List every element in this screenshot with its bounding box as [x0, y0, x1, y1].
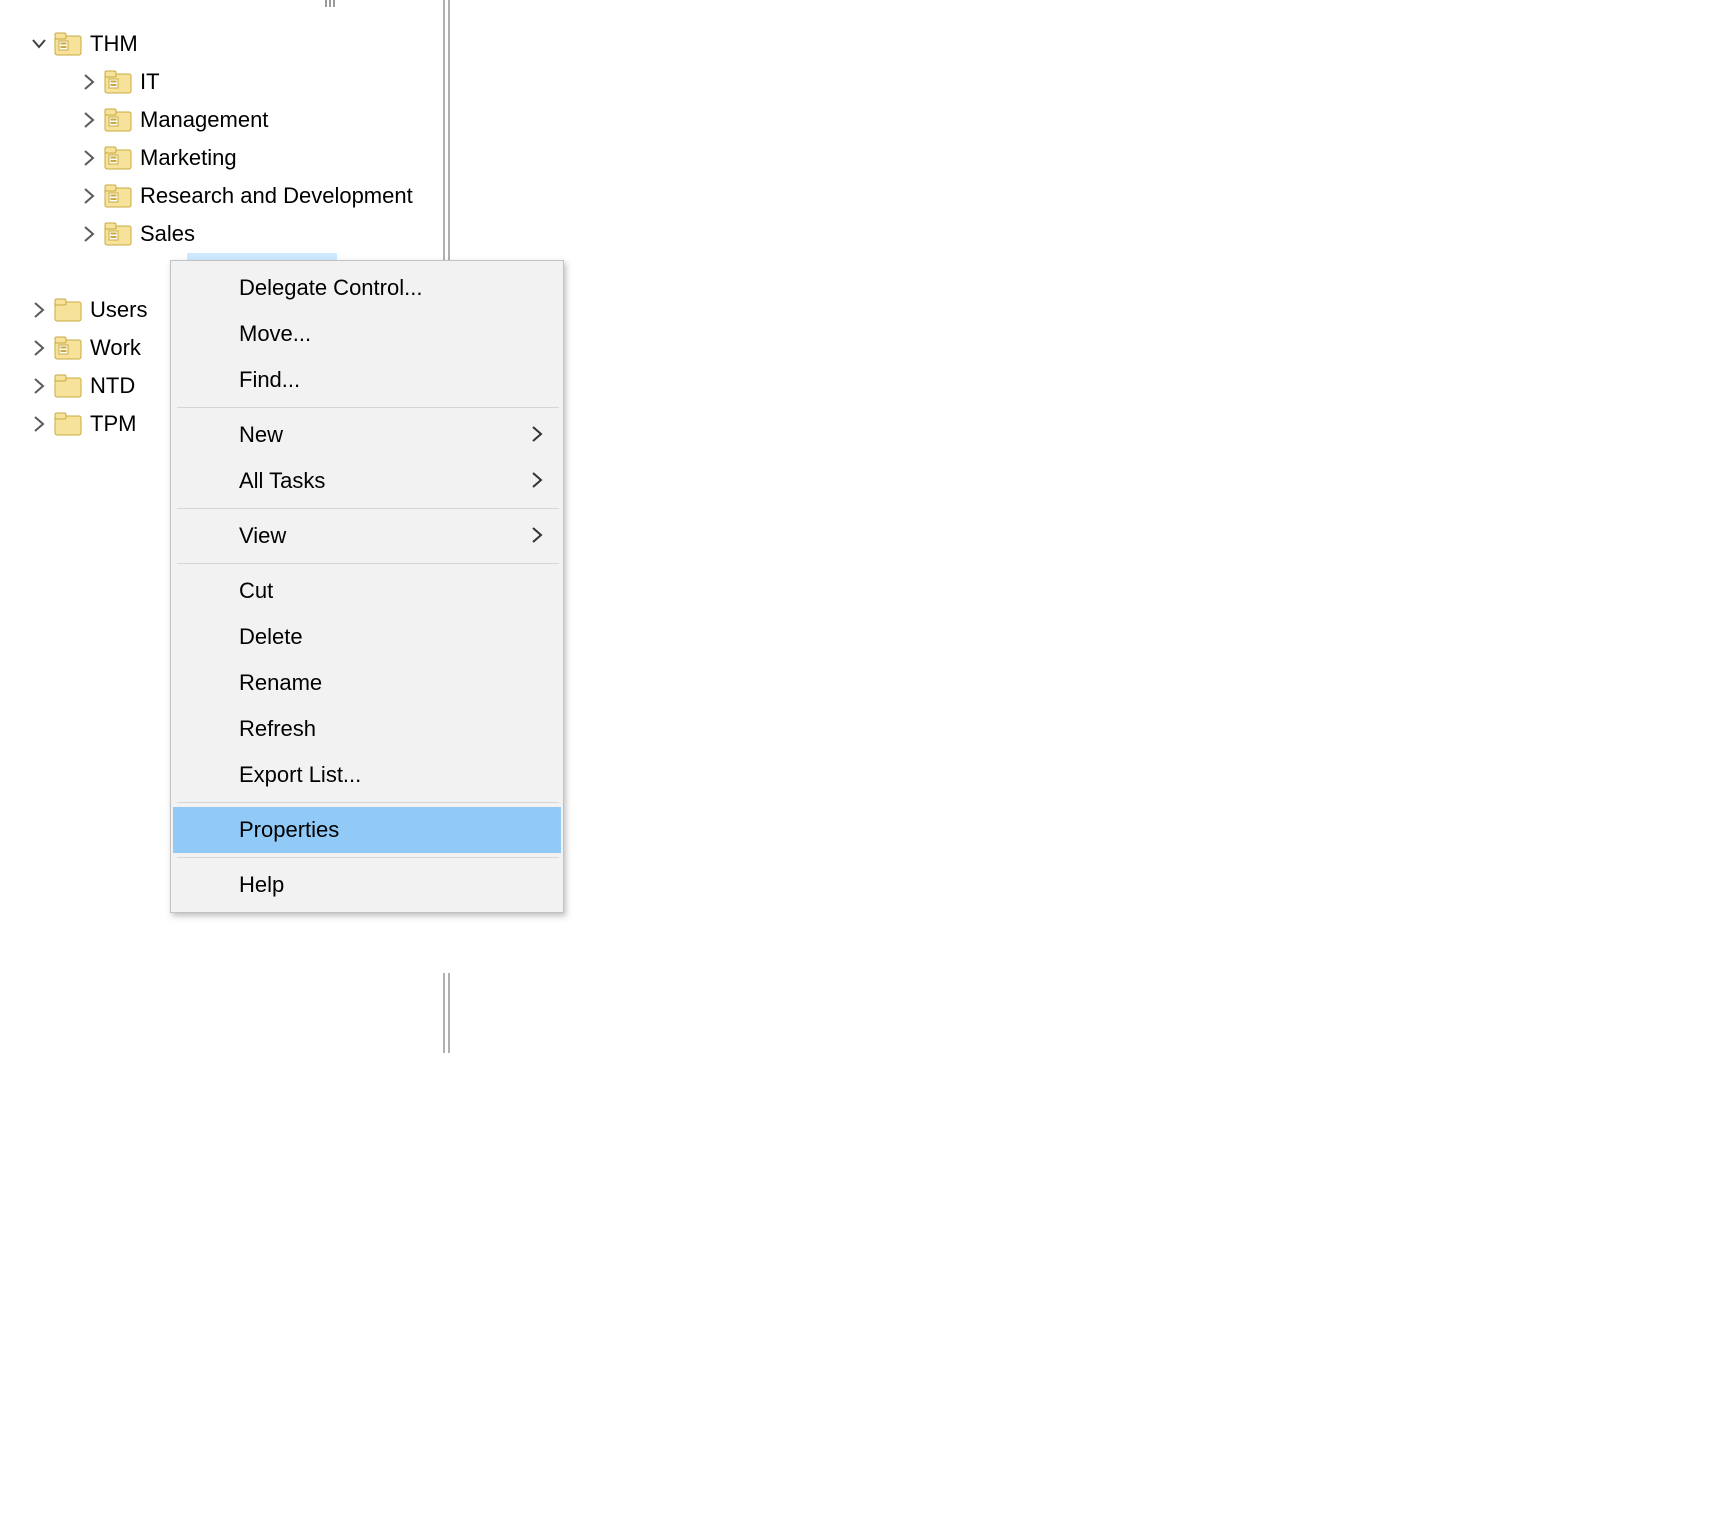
tree-item-thm[interactable]: THM	[0, 25, 413, 63]
chevron-right-icon[interactable]	[30, 377, 48, 395]
ou-folder-icon	[54, 31, 82, 57]
menu-item-label: Help	[239, 872, 284, 898]
tree-item-label: Marketing	[140, 139, 237, 177]
menu-item-label: Rename	[239, 670, 322, 696]
menu-item-cut[interactable]: Cut	[173, 568, 561, 614]
menu-item-label: Find...	[239, 367, 300, 393]
pane-splitter[interactable]	[443, 973, 453, 1053]
tree-item-it[interactable]: IT	[0, 63, 413, 101]
menu-item-move[interactable]: Move...	[173, 311, 561, 357]
pane-splitter[interactable]	[443, 0, 453, 260]
tree-item-label: Research and Development	[140, 177, 413, 215]
menu-separator	[177, 508, 559, 509]
context-menu: Delegate Control... Move... Find... New …	[170, 260, 564, 913]
menu-item-export-list[interactable]: Export List...	[173, 752, 561, 798]
folder-icon	[54, 411, 82, 437]
chevron-right-icon[interactable]	[30, 415, 48, 433]
chevron-down-icon[interactable]	[30, 35, 48, 53]
ou-folder-icon	[54, 335, 82, 361]
ou-folder-icon	[104, 107, 132, 133]
tree-item-label: Sales	[140, 215, 195, 253]
menu-item-label: Properties	[239, 817, 339, 843]
ou-folder-icon	[104, 145, 132, 171]
chevron-right-icon[interactable]	[80, 225, 98, 243]
ou-folder-icon	[104, 69, 132, 95]
folder-icon	[54, 373, 82, 399]
chevron-right-icon[interactable]	[80, 73, 98, 91]
menu-item-help[interactable]: Help	[173, 862, 561, 908]
menu-item-find[interactable]: Find...	[173, 357, 561, 403]
menu-item-delegate-control[interactable]: Delegate Control...	[173, 265, 561, 311]
tree-item-label: Work	[90, 329, 141, 367]
menu-item-label: Delegate Control...	[239, 275, 422, 301]
menu-item-label: Move...	[239, 321, 311, 347]
tree-item-label: TPM	[90, 405, 136, 443]
menu-item-properties[interactable]: Properties	[173, 807, 561, 853]
menu-item-all-tasks[interactable]: All Tasks	[173, 458, 561, 504]
tree-item-research-and-development[interactable]: Research and Development	[0, 177, 413, 215]
menu-item-label: New	[239, 422, 283, 448]
chevron-right-icon[interactable]	[30, 301, 48, 319]
tree-item-marketing[interactable]: Marketing	[0, 139, 413, 177]
chevron-right-icon[interactable]	[80, 187, 98, 205]
menu-separator	[177, 802, 559, 803]
menu-item-label: All Tasks	[239, 468, 325, 494]
menu-item-label: Cut	[239, 578, 273, 604]
menu-item-view[interactable]: View	[173, 513, 561, 559]
tree-item-management[interactable]: Management	[0, 101, 413, 139]
menu-separator	[177, 563, 559, 564]
menu-item-rename[interactable]: Rename	[173, 660, 561, 706]
splitter-grip-icon	[325, 0, 335, 7]
menu-item-new[interactable]: New	[173, 412, 561, 458]
folder-icon	[54, 297, 82, 323]
tree-item-label: IT	[140, 63, 160, 101]
chevron-right-icon[interactable]	[80, 111, 98, 129]
ou-folder-icon	[104, 221, 132, 247]
chevron-right-icon	[531, 468, 543, 494]
menu-item-delete[interactable]: Delete	[173, 614, 561, 660]
menu-item-refresh[interactable]: Refresh	[173, 706, 561, 752]
tree-item-label: Users	[90, 291, 147, 329]
tree-item-sales[interactable]: Sales	[0, 215, 413, 253]
menu-item-label: View	[239, 523, 286, 549]
chevron-right-icon[interactable]	[30, 339, 48, 357]
menu-separator	[177, 407, 559, 408]
tree-item-label: Management	[140, 101, 268, 139]
menu-item-label: Delete	[239, 624, 303, 650]
chevron-right-icon	[531, 523, 543, 549]
ou-folder-icon	[104, 183, 132, 209]
chevron-right-icon	[531, 422, 543, 448]
menu-item-label: Export List...	[239, 762, 361, 788]
chevron-right-icon[interactable]	[80, 149, 98, 167]
menu-item-label: Refresh	[239, 716, 316, 742]
menu-separator	[177, 857, 559, 858]
tree-item-label: NTD	[90, 367, 135, 405]
tree-item-label: THM	[90, 25, 138, 63]
